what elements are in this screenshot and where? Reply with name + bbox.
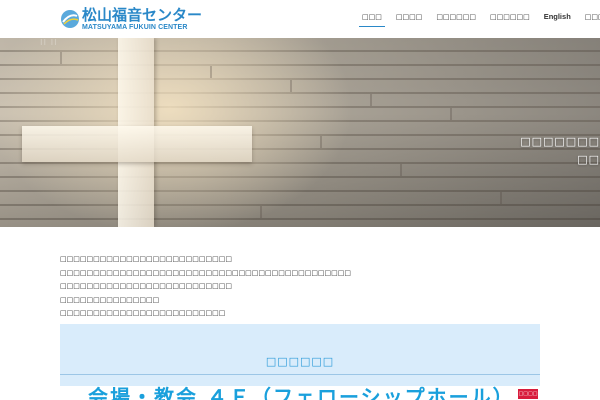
info-box: □□□□□□ 会場・教会 ４Ｆ（フェローシップホール） □□□□ <box>60 324 540 400</box>
intro-text: □□□□□□□□□□□□□□□□□□□□□□□□□□ □□□□□□□□□□□□□… <box>60 253 540 321</box>
brick-joint <box>60 52 62 64</box>
intro-line: □□□□□□□□□□□□□□□□□□□□□□□□□□ <box>60 255 232 263</box>
venue-banner[interactable]: 会場・教会 ４Ｆ（フェローシップホール） □□□□ <box>60 386 540 400</box>
site-logo[interactable]: 松山福音センター MATSUYAMA FUKUIN CENTER <box>60 6 203 33</box>
brick-joint <box>290 80 292 92</box>
intro-line: □□□□□□□□□□□□□□□□□□□□□□□□□□ <box>60 282 232 290</box>
logo-globe-icon <box>61 10 79 28</box>
intro-line: □□□□□□□□□□□□□□□ <box>60 295 160 304</box>
logo-title-en: MATSUYAMA FUKUIN CENTER <box>82 24 188 31</box>
site-header: 松山福音センター MATSUYAMA FUKUIN CENTER □□□ □□□… <box>0 0 600 38</box>
brick-joint <box>370 94 372 106</box>
info-divider <box>60 374 540 375</box>
main-nav: □□□ □□□□ □□□□□□ □□□□□□ English □□□□ <box>359 9 600 29</box>
nav-item-2[interactable]: □□□□ <box>396 9 422 27</box>
nav-item-english[interactable]: English <box>544 9 571 27</box>
nav-item-4[interactable]: □□□□□□ <box>490 9 530 27</box>
brick-joint <box>260 206 262 218</box>
info-title: □□□□□□ <box>265 355 335 368</box>
hero-banner: ⁝⁝ ⁝⁝ □□□□□□□ □□ <box>0 38 600 227</box>
brick-joint <box>400 164 402 176</box>
hero-caption-line1: □□□□□□□ <box>520 135 600 148</box>
hero-decoration: ⁝⁝ ⁝⁝ <box>40 38 58 47</box>
brick-joint <box>450 108 452 120</box>
nav-item-home[interactable]: □□□ <box>359 9 385 27</box>
cross-horizontal <box>22 126 252 162</box>
hero-caption-line2: □□ <box>577 153 600 166</box>
brick-joint <box>320 136 322 148</box>
venue-banner-tag: □□□□ <box>518 389 538 399</box>
brick-joint <box>500 192 502 204</box>
intro-line: □□□□□□□□□□□□□□□□□□□□□□□□□ <box>60 309 226 317</box>
intro-line: □□□□□□□□□□□□□□□□□□□□□□□□□□□□□□□□□□□□□□□□… <box>60 268 352 277</box>
logo-title-jp: 松山福音センター <box>82 6 203 24</box>
brick-joint <box>210 66 212 78</box>
nav-item-3[interactable]: □□□□□□ <box>436 9 476 27</box>
nav-item-6[interactable]: □□□□ <box>585 9 600 27</box>
venue-banner-text: 会場・教会 ４Ｆ（フェローシップホール） <box>88 386 515 400</box>
